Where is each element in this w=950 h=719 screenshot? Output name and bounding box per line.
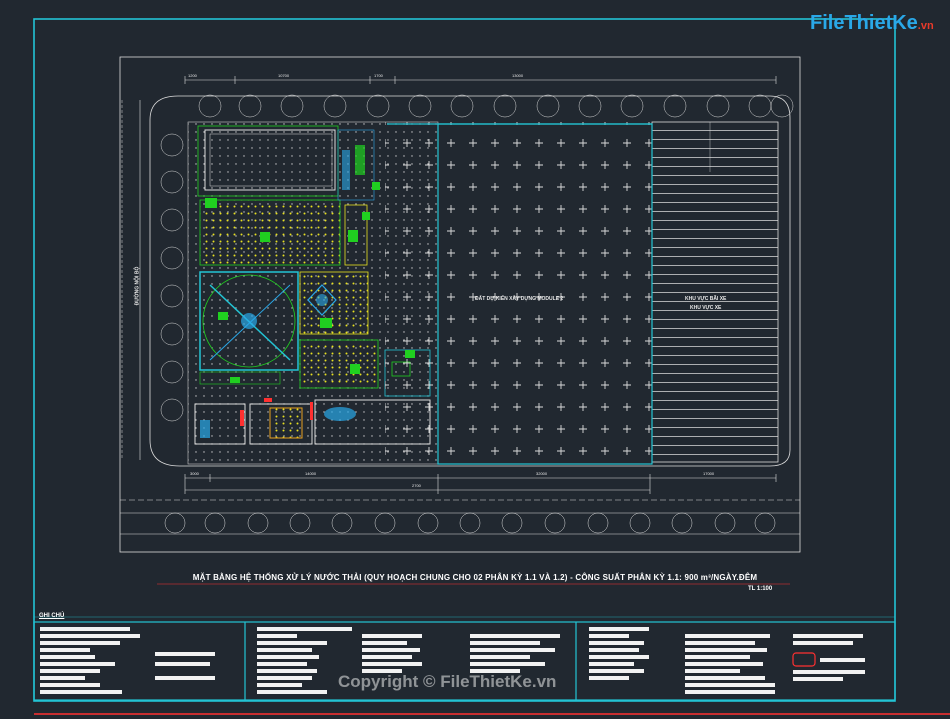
dim-bottom-5: 17000 (703, 471, 715, 476)
notes-title: GHI CHÚ (39, 613, 65, 619)
logo-vn-text: .vn (917, 20, 934, 32)
dim-bottom-2: 14000 (305, 471, 317, 476)
dim-bottom-3: 2700 (412, 483, 421, 488)
dim-top-2: 10700 (278, 73, 290, 78)
tree-row-top (198, 94, 794, 118)
dim-top-3: 1700 (374, 73, 383, 78)
dim-bottom-1: 3000 (190, 471, 199, 476)
dim-top-1: 1200 (188, 73, 197, 78)
tree-row-left (160, 133, 184, 422)
logo-file-text: File (810, 12, 845, 34)
tree-row-bottom (164, 512, 776, 534)
filethietke-logo[interactable]: FileThietKe.vn (810, 12, 934, 42)
copyright-watermark: Copyright © FileThietKe.vn (338, 672, 557, 691)
dim-top-4: 13000 (512, 73, 524, 78)
future-module-area (385, 122, 652, 462)
cad-drawing (33, 18, 950, 715)
dim-bottom-4: 32000 (536, 471, 548, 476)
road-label: ĐƯỜNG NỘI BỘ (134, 266, 141, 306)
future-module-label: ĐẤT DỰ KIẾN XÂY DỰNG MODULE 2 (475, 296, 564, 302)
parking-label-2: KHU VỰC XE (690, 305, 722, 311)
drawing-scale: TL 1:100 (748, 586, 773, 592)
drawing-title: MẶT BẰNG HỆ THỐNG XỬ LÝ NƯỚC THẢI (QUY H… (192, 573, 758, 582)
parking-area (651, 121, 779, 463)
parking-label-1: KHU VỰC BÃI XE (685, 296, 727, 302)
legend-red-symbol (792, 652, 816, 667)
logo-thietke-text: ThietKe (844, 12, 918, 34)
